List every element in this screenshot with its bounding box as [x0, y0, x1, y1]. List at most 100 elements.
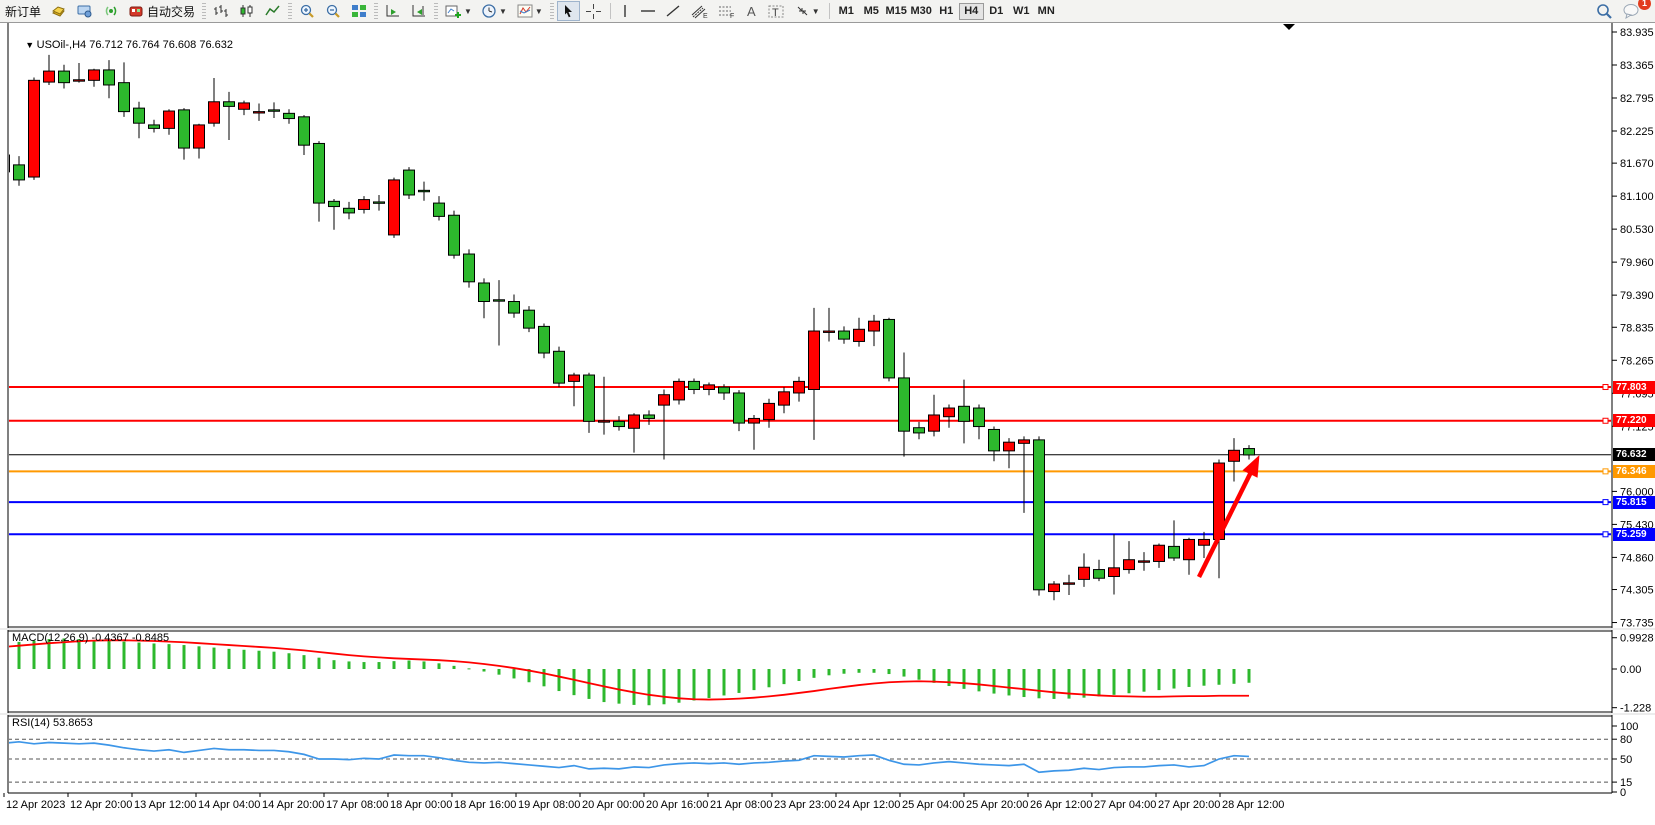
terminal-icon[interactable]	[73, 1, 97, 21]
arrows-icon[interactable]: ▼	[791, 1, 824, 21]
timeframe-H4[interactable]: H4	[959, 3, 984, 20]
vertical-line-icon[interactable]	[616, 1, 634, 21]
new-order-label: 新订单	[5, 3, 41, 20]
date-label: 25 Apr 04:00	[902, 799, 964, 811]
text-icon[interactable]: A	[741, 1, 762, 21]
rsi-tick: 0	[1620, 787, 1626, 799]
date-label: 18 Apr 00:00	[390, 799, 452, 811]
tile-windows-icon[interactable]	[347, 1, 371, 21]
toolbar-grip	[550, 3, 554, 19]
label-icon[interactable]: T	[764, 1, 789, 21]
auto-trading-icon	[129, 4, 144, 18]
date-label: 20 Apr 16:00	[646, 799, 708, 811]
timeframe-W1[interactable]: W1	[1009, 3, 1034, 20]
date-label: 27 Apr 04:00	[1094, 799, 1156, 811]
chart-title: ▼ USOil-,H4 76.712 76.764 76.608 76.632	[13, 27, 233, 63]
templates-icon[interactable]: ▼	[513, 1, 547, 21]
price-tick: 82.225	[1620, 126, 1654, 138]
timeframe-MN[interactable]: MN	[1034, 3, 1059, 20]
zoom-out-icon[interactable]	[321, 1, 345, 21]
price-tick: 83.935	[1620, 27, 1654, 39]
macd-label: MACD(12,26,9) -0.4367 -0.8485	[12, 632, 169, 644]
toolbar-grip	[374, 3, 378, 19]
chart-plot[interactable]: 83.935 83.365 82.795 82.225 81.670 81.100 80.5…	[0, 0, 1655, 825]
candlestick-icon[interactable]	[235, 1, 259, 21]
rsi-tick: 100	[1620, 721, 1638, 733]
new-order-button[interactable]: 新订单	[1, 1, 45, 21]
cursor-icon[interactable]	[557, 1, 580, 21]
date-label: 21 Apr 08:00	[710, 799, 772, 811]
fibonacci-icon[interactable]: F	[714, 1, 739, 21]
price-tick: 81.670	[1620, 158, 1654, 170]
price-tick: 79.390	[1620, 290, 1654, 302]
rsi-label: RSI(14) 53.8653	[12, 717, 93, 729]
price-tick: 83.365	[1620, 60, 1654, 72]
price-tick: 82.795	[1620, 93, 1654, 105]
date-label: 13 Apr 12:00	[134, 799, 196, 811]
svg-text:E: E	[703, 13, 708, 19]
periods-icon[interactable]: ▼	[478, 1, 511, 21]
date-label: 20 Apr 00:00	[582, 799, 644, 811]
price-tick: 81.100	[1620, 191, 1654, 203]
price-tick: 74.305	[1620, 585, 1654, 597]
price-badge-75.259: 75.259	[1613, 528, 1655, 541]
date-label: 26 Apr 12:00	[1030, 799, 1092, 811]
trendline-icon[interactable]	[662, 1, 685, 21]
channel-icon[interactable]: E	[687, 1, 712, 21]
horizontal-line-icon[interactable]	[636, 1, 660, 21]
chat-icon[interactable]: 1	[1619, 1, 1645, 21]
chevron-down-icon: ▼	[535, 7, 543, 16]
date-label: 12 Apr 2023	[6, 799, 65, 811]
date-label: 23 Apr 23:00	[774, 799, 836, 811]
date-label: 27 Apr 20:00	[1158, 799, 1220, 811]
chevron-down-icon: ▼	[812, 7, 820, 16]
orders-icon[interactable]	[47, 1, 71, 21]
timeframe-D1[interactable]: D1	[984, 3, 1009, 20]
svg-text:F: F	[730, 13, 734, 19]
date-label: 14 Apr 20:00	[262, 799, 324, 811]
date-label: 25 Apr 20:00	[966, 799, 1028, 811]
price-tick: 78.265	[1620, 355, 1654, 367]
macd-tick: 0.9928	[1620, 633, 1654, 645]
macd-tick: 0.00	[1620, 664, 1641, 676]
mt4-window: 新订单 自动交易	[0, 0, 1655, 825]
timeframe-M30[interactable]: M30	[909, 3, 934, 20]
bar-chart-icon[interactable]	[209, 1, 233, 21]
toolbar-grip	[434, 3, 438, 19]
timeframe-M1[interactable]: M1	[834, 3, 859, 20]
rsi-tick: 50	[1620, 754, 1632, 766]
zoom-in-icon[interactable]	[295, 1, 319, 21]
timeframe-H1[interactable]: H1	[934, 3, 959, 20]
price-tick: 80.530	[1620, 224, 1654, 236]
price-badge-75.815: 75.815	[1613, 496, 1655, 509]
date-label: 17 Apr 08:00	[326, 799, 388, 811]
price-badge-77.803: 77.803	[1613, 381, 1655, 394]
toolbar: 新订单 自动交易	[0, 0, 1655, 23]
chart-shift-icon[interactable]	[407, 1, 431, 21]
search-icon[interactable]	[1592, 1, 1617, 21]
timeframe-M15[interactable]: M15	[884, 3, 909, 20]
macd-tick: -1.228	[1620, 703, 1651, 715]
date-label: 18 Apr 16:00	[454, 799, 516, 811]
new-chart-icon[interactable]: ▼	[441, 1, 476, 21]
timeframe-M5[interactable]: M5	[859, 3, 884, 20]
price-badge-76.632: 76.632	[1613, 448, 1655, 461]
date-label: 12 Apr 20:00	[70, 799, 132, 811]
chevron-down-icon: ▼	[464, 7, 472, 16]
svg-text:A: A	[747, 4, 756, 18]
price-badge-76.346: 76.346	[1613, 465, 1655, 478]
toolbar-grip	[202, 3, 206, 19]
auto-trading-button[interactable]: 自动交易	[125, 1, 199, 21]
date-label: 28 Apr 12:00	[1222, 799, 1284, 811]
chevron-down-icon: ▼	[499, 7, 507, 16]
auto-scroll-icon[interactable]	[381, 1, 405, 21]
toolbar-grip	[288, 3, 292, 19]
crosshair-icon[interactable]	[582, 1, 605, 21]
date-label: 24 Apr 12:00	[838, 799, 900, 811]
price-badge-77.220: 77.220	[1613, 414, 1655, 427]
price-tick: 74.860	[1620, 552, 1654, 564]
rsi-tick: 80	[1620, 734, 1632, 746]
line-chart-icon[interactable]	[261, 1, 285, 21]
collapse-icon[interactable]: ▼	[25, 40, 36, 50]
signal-icon[interactable]	[99, 1, 123, 21]
